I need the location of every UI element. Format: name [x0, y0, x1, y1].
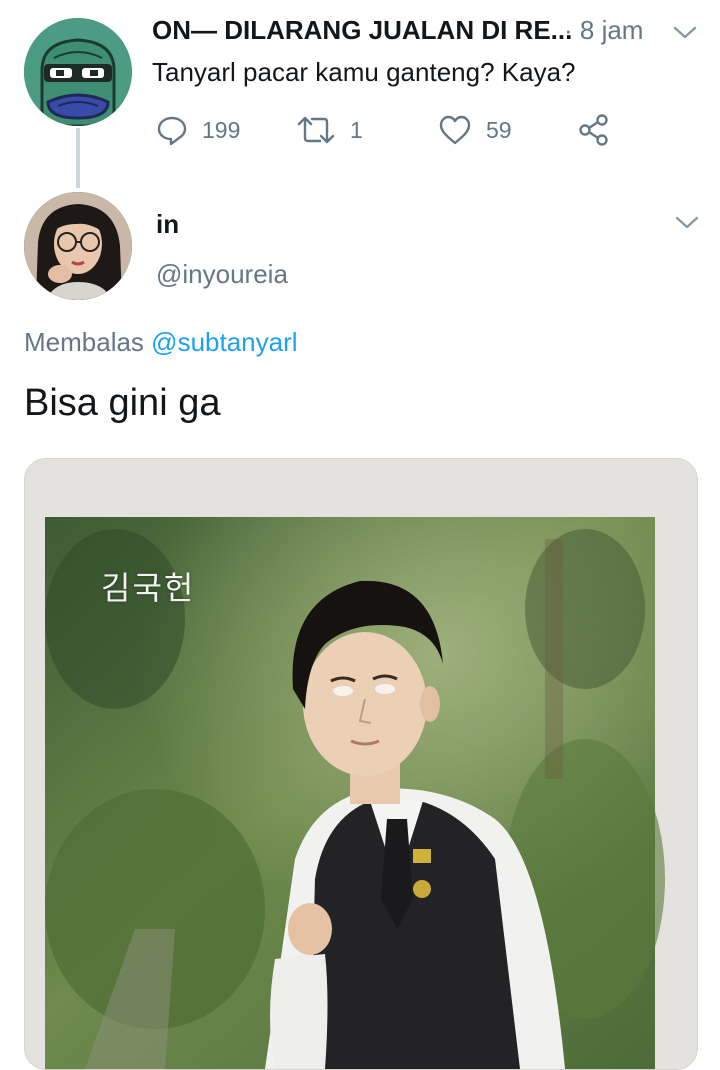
- thread-connector: [76, 128, 80, 188]
- replying-to-line: Membalas @subtanyarl: [24, 326, 298, 358]
- tweet-actions: 199 1 59: [152, 110, 632, 150]
- heart-icon: [439, 115, 471, 145]
- like-count: 59: [486, 116, 512, 143]
- tweet-media-photo[interactable]: 김국헌: [24, 458, 698, 1070]
- chevron-down-icon[interactable]: [672, 24, 698, 42]
- reply-icon: [157, 116, 187, 146]
- reply-button[interactable]: 199: [156, 110, 240, 150]
- share-icon: [579, 114, 608, 146]
- reply-handle[interactable]: @inyoureia: [156, 258, 288, 290]
- retweet-count: 1: [350, 116, 363, 143]
- chevron-down-icon[interactable]: [674, 214, 700, 232]
- profile-photo: [24, 192, 132, 300]
- replying-to-label: Membalas: [24, 327, 144, 357]
- parent-tweet-text: Tanyarl pacar kamu ganteng? Kaya?: [152, 57, 576, 87]
- retweet-button[interactable]: 1: [296, 110, 363, 150]
- reply-display-name[interactable]: in: [156, 208, 179, 240]
- share-button[interactable]: [578, 110, 610, 150]
- reply-tweet-text: Bisa gini ga: [24, 382, 221, 424]
- reply-avatar[interactable]: [24, 192, 132, 300]
- frog-avatar-icon: [24, 18, 132, 126]
- retweet-icon: [297, 116, 335, 144]
- photo-illustration: [25, 459, 697, 1069]
- parent-display-name[interactable]: ON— DILARANG JUALAN DI RE...: [152, 14, 572, 46]
- parent-tweet-header: ON— DILARANG JUALAN DI RE... · 8 jam: [152, 14, 700, 48]
- like-button[interactable]: 59: [438, 110, 512, 150]
- reply-count: 199: [202, 116, 241, 143]
- replying-to-mention[interactable]: @subtanyarl: [151, 327, 297, 357]
- parent-timestamp[interactable]: · 8 jam: [564, 14, 643, 46]
- parent-avatar[interactable]: [24, 18, 132, 126]
- photo-name-caption: 김국헌: [101, 569, 196, 607]
